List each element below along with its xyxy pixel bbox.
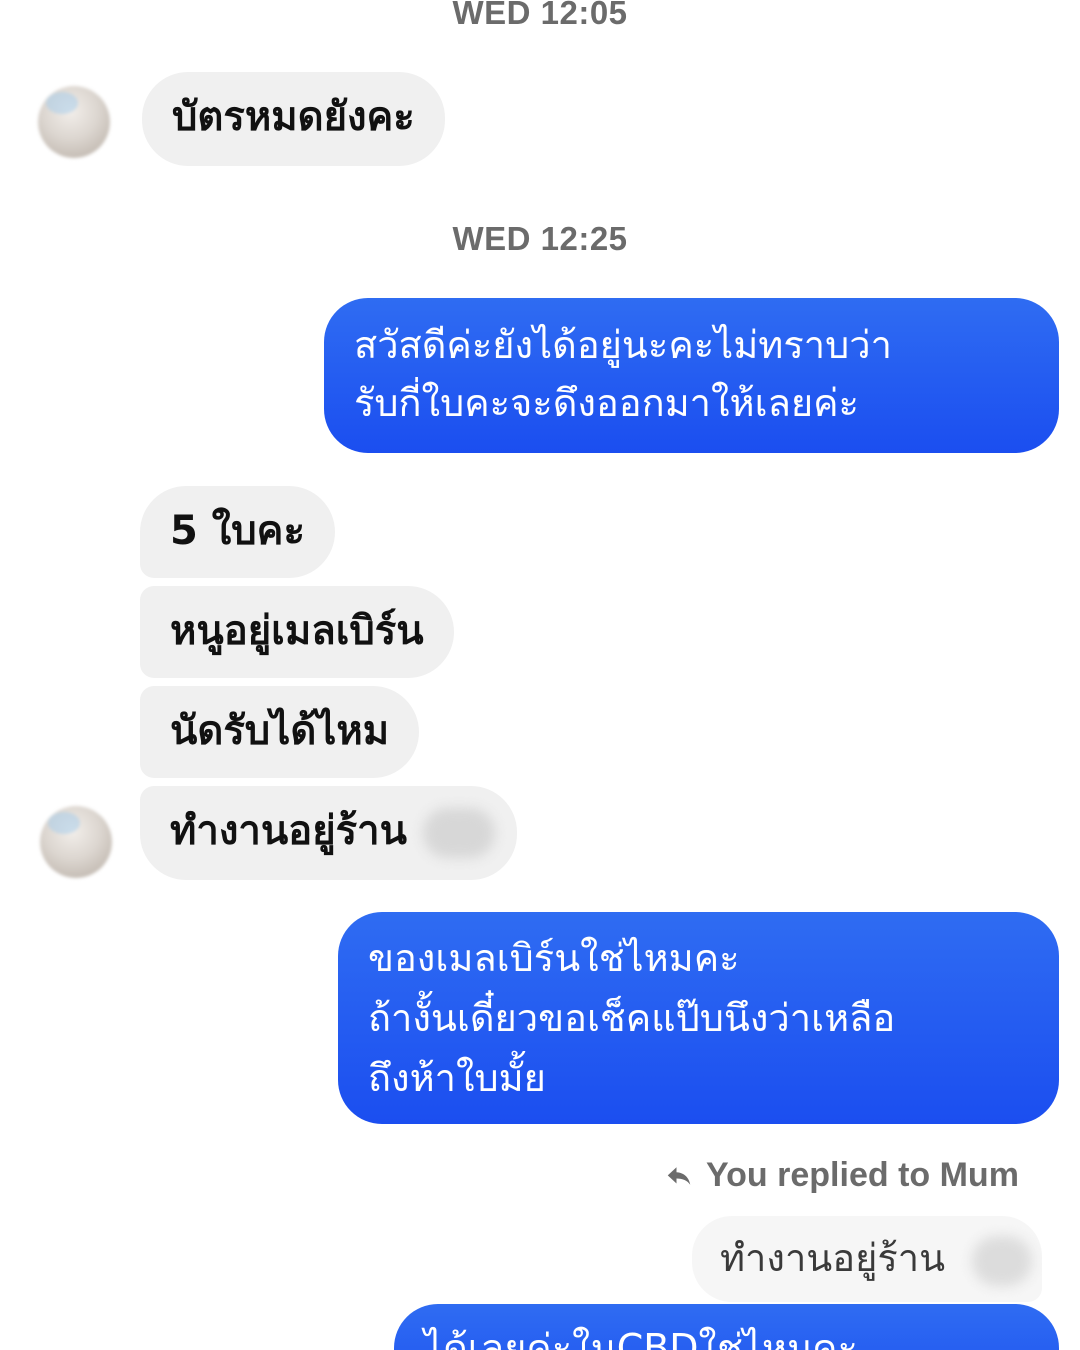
timestamp: WED 12:05 bbox=[452, 0, 628, 31]
reply-header-text: You replied to Mum bbox=[706, 1156, 1019, 1194]
redacted-blur bbox=[972, 1236, 1032, 1286]
outgoing-message[interactable]: ได้เลยค่ะในCBDใช่ไหมคะ bbox=[394, 1304, 1059, 1350]
outgoing-message[interactable]: สวัสดีค่ะยังได้อยู่นะคะไม่ทราบว่า รับกี่… bbox=[324, 298, 1059, 453]
incoming-message[interactable]: นัดรับได้ไหม bbox=[140, 686, 420, 778]
timestamp: WED 12:25 bbox=[452, 220, 628, 257]
message-line: สวัสดีค่ะยังได้อยู่นะคะไม่ทราบว่า bbox=[354, 323, 892, 367]
incoming-message[interactable]: บัตรหมดยังคะ bbox=[142, 72, 445, 166]
incoming-message[interactable]: ทำงานอยู่ร้าน bbox=[140, 786, 517, 880]
quoted-message[interactable]: ทำงานอยู่ร้าน bbox=[692, 1216, 1042, 1302]
reply-arrow-icon bbox=[667, 1166, 691, 1185]
message-text: ทำงานอยู่ร้าน bbox=[170, 808, 407, 854]
message-text: หนูอยู่เมลเบิร์น bbox=[170, 608, 424, 654]
outgoing-message[interactable]: ของเมลเบิร์นใช่ไหมคะ ถ้างั้นเดี๋ยวขอเช็ค… bbox=[338, 912, 1059, 1124]
quoted-text: ทำงานอยู่ร้าน bbox=[720, 1236, 946, 1280]
contact-avatar[interactable] bbox=[38, 86, 110, 158]
reply-header: You replied to Mum bbox=[664, 1156, 1064, 1195]
message-text: 5 ใบคะ bbox=[170, 508, 305, 554]
message-line: รับกี่ใบคะจะดึงออกมาให้เลยค่ะ bbox=[354, 381, 859, 425]
message-line: ของเมลเบิร์นใช่ไหมคะ bbox=[368, 936, 740, 980]
message-text: บัตรหมดยังคะ bbox=[172, 94, 415, 140]
message-text: ได้เลยค่ะในCBDใช่ไหมคะ bbox=[424, 1326, 858, 1350]
message-line: ถ้างั้นเดี๋ยวขอเช็คแป๊บนึงว่าเหลือ bbox=[368, 996, 896, 1040]
incoming-message[interactable]: 5 ใบคะ bbox=[140, 486, 335, 578]
message-text: นัดรับได้ไหม bbox=[170, 708, 390, 754]
redacted-blur bbox=[422, 808, 495, 858]
contact-avatar[interactable] bbox=[40, 806, 112, 878]
message-line: ถึงห้าใบมั้ย bbox=[368, 1056, 546, 1100]
incoming-message[interactable]: หนูอยู่เมลเบิร์น bbox=[140, 586, 454, 678]
